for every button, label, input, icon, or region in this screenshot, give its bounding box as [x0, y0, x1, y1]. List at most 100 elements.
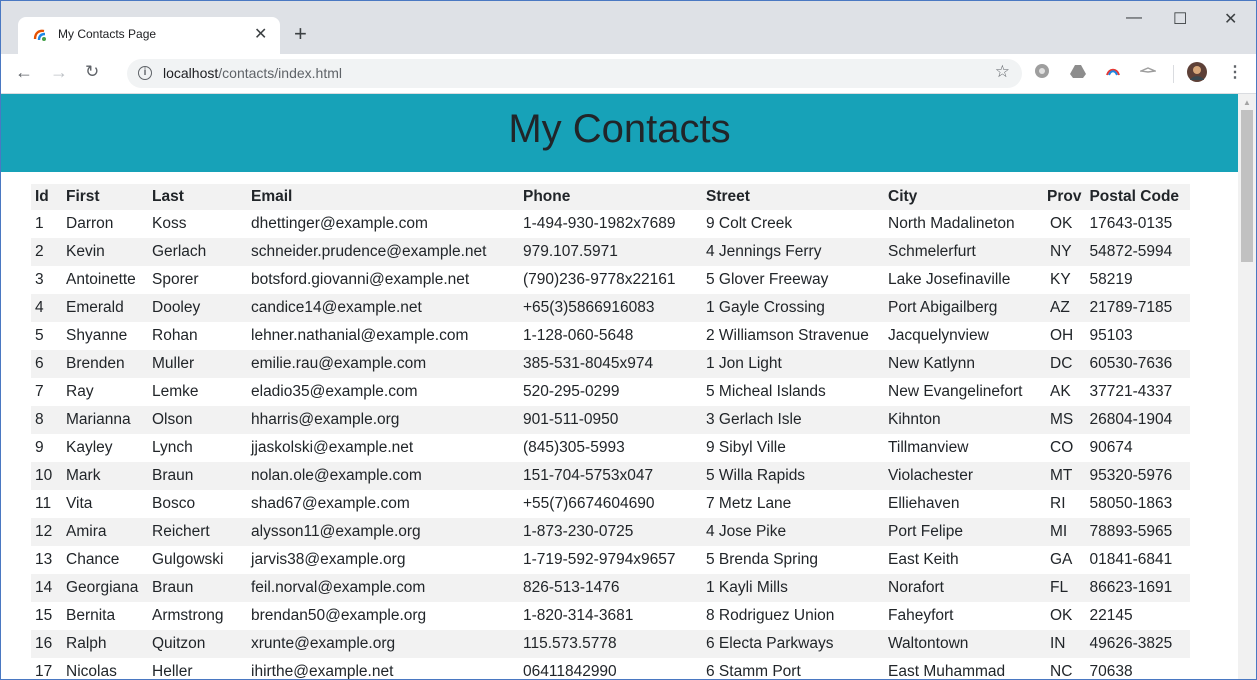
cell-street: 5 Glover Freeway	[706, 271, 829, 288]
cell-last: Dooley	[152, 299, 201, 316]
cell-city: New Katlynn	[888, 355, 976, 372]
url-host: localhost	[163, 65, 219, 81]
column-header-city: City	[888, 188, 918, 205]
cell-postal-code: 58050-1863	[1089, 495, 1173, 512]
cell-street: 2 Williamson Stravenue	[706, 327, 869, 344]
cell-street: 8 Rodriguez Union	[706, 607, 835, 624]
cell-last: Olson	[152, 411, 193, 428]
close-window-icon[interactable]: ✕	[1224, 9, 1237, 29]
url-text[interactable]: localhost/contacts/index.html	[163, 65, 342, 81]
cell-id: 8	[35, 411, 44, 428]
new-tab-icon[interactable]: +	[294, 23, 307, 45]
cell-prov: OH	[1050, 327, 1074, 344]
table-row: 14 Georgiana Braun feil.norval@example.com 8…	[31, 574, 1191, 602]
cell-phone: 1-128-060-5648	[523, 327, 634, 344]
cell-first: Brenden	[66, 355, 125, 372]
cell-id: 9	[35, 439, 44, 456]
cell-street: 5 Willa Rapids	[706, 467, 806, 484]
cell-city: Jacquelynview	[888, 327, 989, 344]
cell-street: 4 Jose Pike	[706, 523, 787, 540]
extension-gear-icon[interactable]	[1034, 63, 1050, 79]
cell-city: Elliehaven	[888, 495, 960, 512]
cell-id: 7	[35, 383, 44, 400]
cell-prov: AZ	[1050, 299, 1070, 316]
table-row: 8 Marianna Olson hharris@example.org 901-511…	[31, 406, 1191, 434]
cell-phone: 901-511-0950	[523, 411, 619, 428]
table-row: 13 Chance Gulgowski jarvis38@example.org 1-7…	[31, 546, 1190, 574]
cell-phone: 826-513-1476	[523, 579, 620, 596]
vertical-scrollbar[interactable]: ▲	[1238, 94, 1256, 679]
header-banner: My Contacts	[1, 94, 1238, 172]
page-viewport: My Contacts Id First Last Email Phone St…	[1, 94, 1238, 679]
cell-street: 9 Colt Creek	[706, 215, 793, 232]
cell-email: shad67@example.com	[251, 495, 410, 512]
reload-icon[interactable]: ↻	[85, 62, 99, 82]
cell-street: 7 Metz Lane	[706, 495, 792, 512]
browser-tab[interactable]: My Contacts Page ✕	[18, 17, 280, 54]
maximize-icon[interactable]: ☐	[1173, 9, 1187, 29]
cell-city: North Madalineton	[888, 215, 1015, 232]
cell-first: Bernita	[66, 607, 116, 624]
cell-phone: 151-704-5753x047	[523, 467, 654, 484]
cell-email: jjaskolski@example.net	[251, 439, 414, 456]
address-bar[interactable]: i localhost/contacts/index.html ☆	[127, 59, 1022, 88]
bookmark-star-icon[interactable]: ☆	[995, 62, 1010, 82]
column-header-email: Email	[251, 188, 293, 205]
cell-city: Faheyfort	[888, 607, 954, 624]
cell-city: Lake Josefinaville	[888, 271, 1011, 288]
cell-postal-code: 01841-6841	[1089, 551, 1173, 568]
cell-city: Schmelerfurt	[888, 243, 976, 260]
cell-id: 11	[35, 495, 52, 512]
cell-city: Tillmanview	[888, 439, 969, 456]
cell-id: 3	[35, 271, 44, 288]
table-row: 6 Brenden Muller emilie.rau@example.com 385-…	[31, 350, 1191, 378]
cell-city: Port Abigailberg	[888, 299, 998, 316]
minimize-icon[interactable]: —	[1126, 9, 1142, 27]
forward-icon[interactable]: →	[50, 62, 68, 83]
cell-postal-code: 37721-4337	[1089, 383, 1173, 400]
cell-city: Waltontown	[888, 635, 969, 652]
cell-postal-code: 54872-5994	[1089, 243, 1173, 260]
table-row: 1 Darron Koss dhettinger@example.com 1-494-9…	[31, 210, 1190, 238]
table-row: 3 Antoinette Sporer botsford.giovanni@examp…	[31, 266, 1190, 294]
cell-phone: (845)305-5993	[523, 439, 625, 456]
cell-postal-code: 78893-5965	[1089, 523, 1173, 540]
cell-postal-code: 95320-5976	[1089, 467, 1173, 484]
back-icon[interactable]: ←	[15, 62, 33, 83]
cell-first: Emerald	[66, 299, 124, 316]
tab-close-icon[interactable]: ✕	[254, 24, 267, 44]
cell-first: Georgiana	[66, 579, 139, 596]
scroll-up-arrow-icon[interactable]: ▲	[1243, 98, 1251, 107]
table-row: 17 Nicolas Heller ihirthe@example.net 064118…	[31, 658, 1190, 679]
extension-bird-icon[interactable]	[1140, 63, 1156, 79]
scrollbar-thumb[interactable]	[1241, 110, 1253, 262]
cell-phone: 1-820-314-3681	[523, 607, 634, 624]
cell-id: 14	[35, 579, 53, 596]
cell-postal-code: 17643-0135	[1089, 215, 1173, 232]
browser-window: My Contacts Page ✕ + — ☐ ✕ ← → ↻ i local…	[0, 0, 1257, 680]
drive-icon[interactable]	[1070, 63, 1086, 79]
cell-last: Reichert	[152, 523, 210, 540]
cell-prov: NY	[1050, 243, 1072, 260]
cell-first: Chance	[66, 551, 120, 568]
cell-prov: MI	[1050, 523, 1068, 540]
cell-phone: 1-873-230-0725	[523, 523, 634, 540]
cell-prov: MS	[1050, 411, 1074, 428]
url-path: /contacts/index.html	[218, 65, 342, 81]
cell-last: Armstrong	[152, 607, 224, 624]
cell-last: Lynch	[152, 439, 193, 456]
menu-kebab-icon[interactable]: ⋮	[1227, 62, 1243, 82]
cell-street: 1 Gayle Crossing	[706, 299, 825, 316]
cell-street: 1 Jon Light	[706, 355, 782, 372]
contacts-table-body: 1 Darron Koss dhettinger@example.com 1-494-9…	[31, 210, 1191, 679]
extension-arc-icon[interactable]	[1105, 63, 1121, 79]
cell-prov: IN	[1050, 635, 1066, 652]
cell-postal-code: 60530-7636	[1089, 355, 1173, 372]
profile-avatar-icon[interactable]	[1187, 62, 1207, 82]
cell-last: Bosco	[152, 495, 196, 512]
cell-id: 16	[35, 635, 53, 652]
column-header-phone: Phone	[523, 188, 571, 205]
table-row: 2 Kevin Gerlach schneider.prudence@example.…	[31, 238, 1191, 266]
cell-first: Shyanne	[66, 327, 128, 344]
info-icon[interactable]: i	[138, 66, 152, 80]
